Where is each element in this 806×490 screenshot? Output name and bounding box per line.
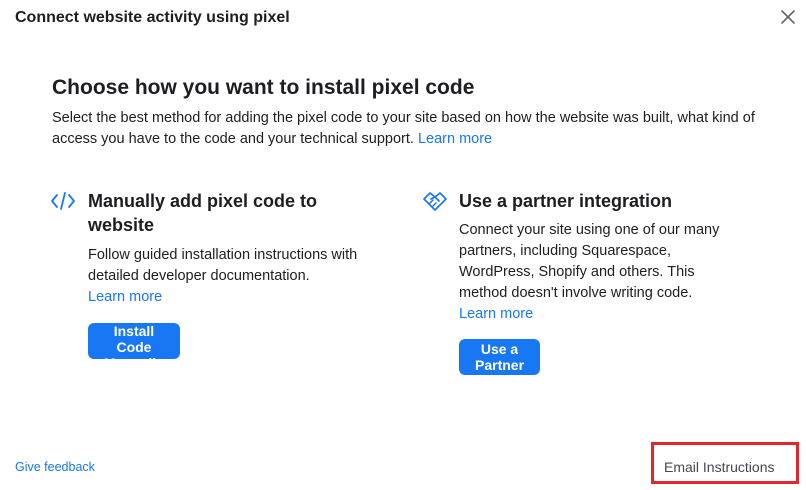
partner-option-description: Connect your site using one of our many …: [459, 220, 729, 325]
handshake-icon: [422, 190, 448, 212]
manual-option-title: Manually add pixel code to website: [88, 191, 318, 235]
manual-learn-more-link[interactable]: Learn more: [88, 289, 162, 305]
use-a-partner-button[interactable]: Use a Partner: [459, 339, 541, 375]
manual-description-text: Follow guided installation instructions …: [88, 247, 358, 284]
manual-option-description: Follow guided installation instructions …: [88, 245, 358, 308]
email-instructions-button[interactable]: Email Instructions: [664, 459, 774, 475]
partner-description-text: Connect your site using one of our many …: [459, 222, 720, 301]
intro-text: Select the best method for adding the pi…: [52, 110, 755, 147]
intro-paragraph: Select the best method for adding the pi…: [52, 108, 772, 150]
close-icon: [781, 10, 795, 24]
partner-learn-more-link[interactable]: Learn more: [459, 306, 533, 322]
give-feedback-link[interactable]: Give feedback: [15, 460, 95, 474]
code-icon: [50, 190, 76, 212]
intro-learn-more-link[interactable]: Learn more: [418, 131, 492, 147]
close-button[interactable]: [778, 7, 798, 27]
install-code-manually-button[interactable]: Install Code Manually: [88, 323, 180, 371]
page-heading: Choose how you want to install pixel cod…: [52, 76, 475, 99]
partner-option-title: Use a partner integration: [459, 191, 673, 211]
dialog-title: Connect website activity using pixel: [15, 9, 290, 26]
